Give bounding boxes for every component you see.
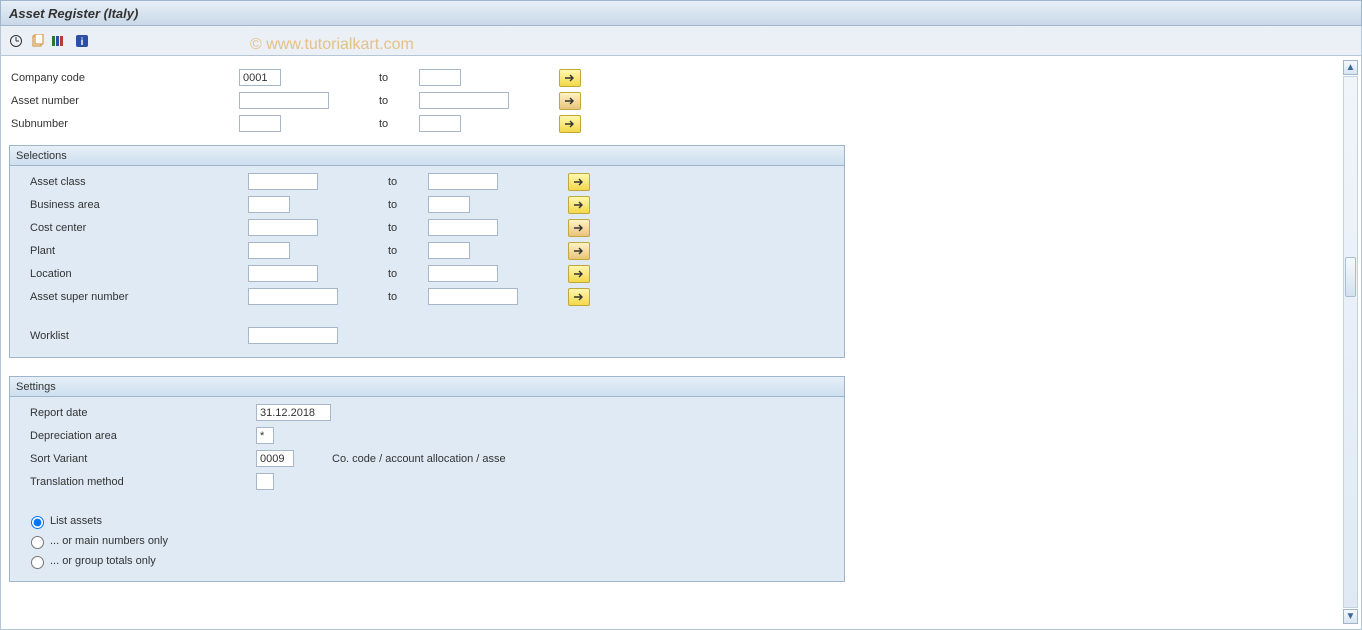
- asset-super-to[interactable]: [428, 288, 518, 305]
- subnumber-to[interactable]: [419, 115, 461, 132]
- label-cost-center: Cost center: [18, 222, 248, 234]
- radio-list-assets[interactable]: [31, 516, 44, 529]
- multi-select-plant[interactable]: [568, 242, 590, 260]
- selections-title: Selections: [10, 146, 844, 166]
- cost-center-from[interactable]: [248, 219, 318, 236]
- label-asset-number: Asset number: [9, 95, 239, 107]
- header-section: Company code to Asset number to Subnumbe…: [1, 56, 841, 135]
- row-depr-area: Depreciation area: [10, 424, 844, 447]
- row-worklist: Worklist: [10, 324, 844, 347]
- get-variant-icon[interactable]: [29, 32, 47, 50]
- multi-select-business-area[interactable]: [568, 196, 590, 214]
- scroll-up-icon[interactable]: ▲: [1343, 60, 1358, 75]
- label-company-code: Company code: [9, 72, 239, 84]
- execute-icon[interactable]: [7, 32, 25, 50]
- radio-group-only[interactable]: [31, 556, 44, 569]
- multi-select-cost-center[interactable]: [568, 219, 590, 237]
- to-label: to: [388, 245, 428, 257]
- to-label: to: [388, 176, 428, 188]
- label-business-area: Business area: [18, 199, 248, 211]
- row-asset-class: Asset class to: [10, 170, 844, 193]
- to-label: to: [388, 291, 428, 303]
- plant-from[interactable]: [248, 242, 290, 259]
- to-label: to: [388, 222, 428, 234]
- page-title: Asset Register (Italy): [9, 6, 138, 21]
- radio-group-only-label: ... or group totals only: [50, 555, 156, 567]
- label-report-date: Report date: [18, 407, 256, 419]
- label-asset-class: Asset class: [18, 176, 248, 188]
- to-label: to: [379, 95, 419, 107]
- label-location: Location: [18, 268, 248, 280]
- selections-group: Selections Asset class to Business area …: [9, 145, 845, 358]
- multi-select-location[interactable]: [568, 265, 590, 283]
- label-depr-area: Depreciation area: [18, 430, 256, 442]
- multi-select-subnumber[interactable]: [559, 115, 581, 133]
- to-label: to: [388, 199, 428, 211]
- label-worklist: Worklist: [18, 330, 248, 342]
- asset-class-from[interactable]: [248, 173, 318, 190]
- business-area-to[interactable]: [428, 196, 470, 213]
- sort-variant-hint: Co. code / account allocation / asse: [332, 453, 506, 465]
- scrollbar-thumb[interactable]: [1345, 257, 1356, 297]
- label-subnumber: Subnumber: [9, 118, 239, 130]
- radio-group-only-row: ... or group totals only: [10, 551, 844, 571]
- row-asset-super: Asset super number to: [10, 285, 844, 308]
- row-company-code: Company code to: [9, 66, 833, 89]
- row-business-area: Business area to: [10, 193, 844, 216]
- row-translation: Translation method: [10, 470, 844, 493]
- asset-number-from[interactable]: [239, 92, 329, 109]
- multi-select-company-code[interactable]: [559, 69, 581, 87]
- asset-super-from[interactable]: [248, 288, 338, 305]
- to-label: to: [379, 72, 419, 84]
- business-area-from[interactable]: [248, 196, 290, 213]
- company-code-from[interactable]: [239, 69, 281, 86]
- to-label: to: [379, 118, 419, 130]
- settings-group: Settings Report date Depreciation area S…: [9, 376, 845, 582]
- radio-main-only-row: ... or main numbers only: [10, 531, 844, 551]
- location-from[interactable]: [248, 265, 318, 282]
- title-bar: Asset Register (Italy): [0, 0, 1362, 26]
- settings-title: Settings: [10, 377, 844, 397]
- asset-class-to[interactable]: [428, 173, 498, 190]
- location-to[interactable]: [428, 265, 498, 282]
- label-asset-super: Asset super number: [18, 291, 248, 303]
- plant-to[interactable]: [428, 242, 470, 259]
- row-cost-center: Cost center to: [10, 216, 844, 239]
- row-plant: Plant to: [10, 239, 844, 262]
- report-date-input[interactable]: [256, 404, 331, 421]
- translation-input[interactable]: [256, 473, 274, 490]
- svg-text:i: i: [81, 37, 84, 48]
- radio-main-only-label: ... or main numbers only: [50, 535, 168, 547]
- selection-options-icon[interactable]: [51, 32, 69, 50]
- label-translation: Translation method: [18, 476, 256, 488]
- row-sort-variant: Sort Variant Co. code / account allocati…: [10, 447, 844, 470]
- multi-select-asset-class[interactable]: [568, 173, 590, 191]
- row-location: Location to: [10, 262, 844, 285]
- radio-main-only[interactable]: [31, 536, 44, 549]
- scroll-down-icon[interactable]: ▼: [1343, 609, 1358, 624]
- worklist-input[interactable]: [248, 327, 338, 344]
- label-sort-variant: Sort Variant: [18, 453, 256, 465]
- multi-select-asset-super[interactable]: [568, 288, 590, 306]
- toolbar: i: [0, 26, 1362, 56]
- multi-select-asset-number[interactable]: [559, 92, 581, 110]
- content-area: Company code to Asset number to Subnumbe…: [0, 56, 1362, 630]
- cost-center-to[interactable]: [428, 219, 498, 236]
- row-asset-number: Asset number to: [9, 89, 833, 112]
- asset-number-to[interactable]: [419, 92, 509, 109]
- radio-list-assets-row: List assets: [10, 511, 844, 531]
- depr-area-input[interactable]: [256, 427, 274, 444]
- subnumber-from[interactable]: [239, 115, 281, 132]
- radio-list-assets-label: List assets: [50, 515, 102, 527]
- info-icon[interactable]: i: [73, 32, 91, 50]
- sort-variant-input[interactable]: [256, 450, 294, 467]
- row-subnumber: Subnumber to: [9, 112, 833, 135]
- company-code-to[interactable]: [419, 69, 461, 86]
- row-report-date: Report date: [10, 401, 844, 424]
- scrollbar-track[interactable]: [1343, 76, 1358, 608]
- label-plant: Plant: [18, 245, 248, 257]
- to-label: to: [388, 268, 428, 280]
